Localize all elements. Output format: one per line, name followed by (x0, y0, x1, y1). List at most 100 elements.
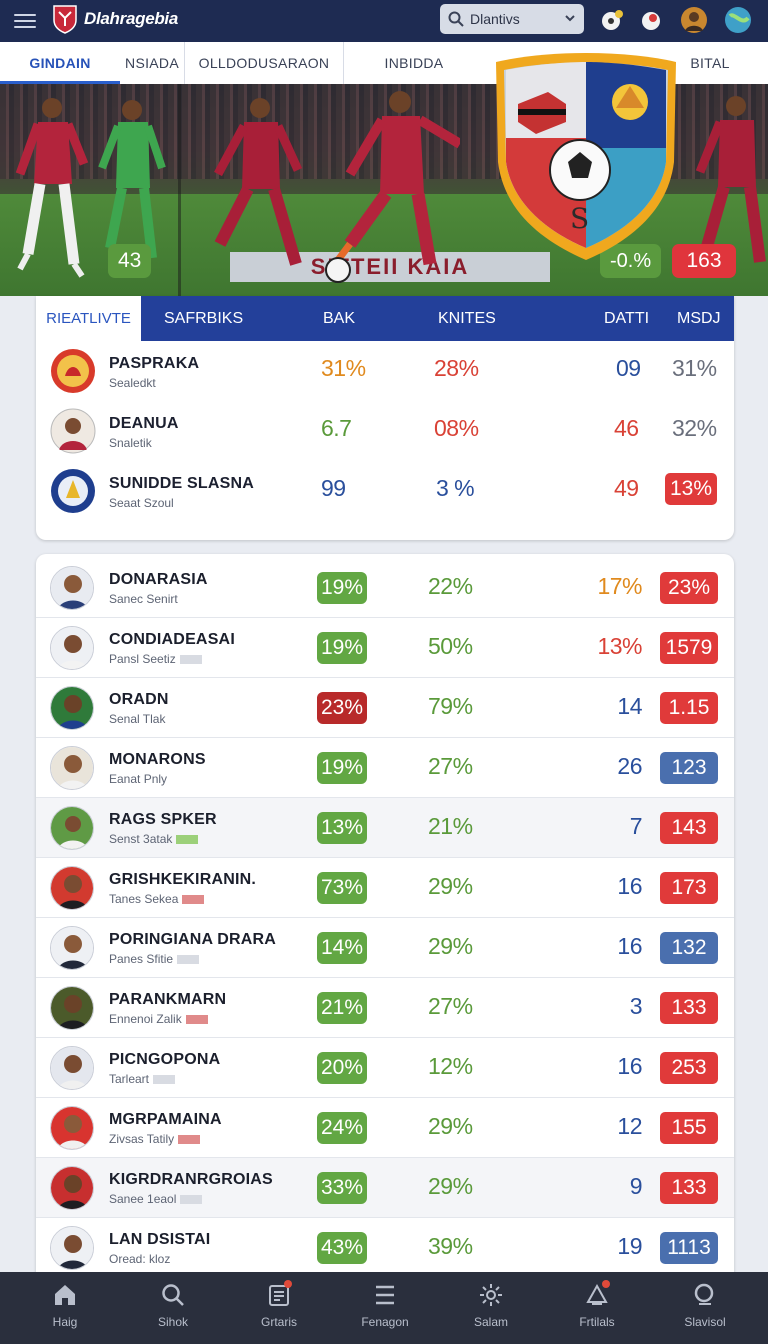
team-player-avatar-icon (50, 408, 96, 454)
col-header-bak[interactable]: BAK (323, 296, 355, 341)
tab-realtime[interactable]: RIEATLIVTE (36, 296, 141, 341)
stat-percent: 27% (428, 753, 473, 779)
player-avatar (50, 926, 94, 970)
hero-divider (178, 84, 181, 296)
standings-row[interactable]: PASPRAKA Sealedkt 31% 28% 09 31% (36, 342, 734, 402)
stat-pill: 13% (665, 473, 717, 505)
stat-value: 32% (672, 415, 717, 441)
nav-stats[interactable]: Grtaris (224, 1272, 334, 1344)
stat-pill-right: 143 (660, 812, 718, 844)
nav-alerts[interactable]: Frtilals (542, 1272, 652, 1344)
player-name: ORADN (109, 691, 169, 708)
player-sub: Ennenoi Zalik (109, 1012, 208, 1026)
stat-percent: 29% (428, 1113, 473, 1139)
stat-number: 19 (617, 1233, 642, 1259)
search-value: Dlantivs (470, 11, 520, 27)
player-name: PORINGIANA DRARA (109, 931, 277, 948)
stat-number: 14 (617, 693, 642, 719)
player-row[interactable]: DONARASIA Sanec Senirt 19% 22% 17% 23% (36, 558, 734, 618)
player-name: GRISHKEKIRANIN. (109, 871, 257, 888)
app-brand: Dlahragebia (84, 9, 179, 28)
player-name: CONDIADEASAI (109, 631, 235, 648)
stat-percent: 50% (428, 633, 473, 659)
nav-list[interactable]: Fenagon (330, 1272, 440, 1344)
nav-more[interactable]: Slavisol (650, 1272, 760, 1344)
player-sub: Eanat Pnly (109, 772, 168, 786)
player-row[interactable]: MGRPAMAINA Zivsas Tatily 24% 29% 12 155 (36, 1098, 734, 1158)
standings-card: RIEATLIVTE SAFRBIKS BAK KNITES DATTI MSD… (36, 296, 734, 540)
stat-number: 13% (597, 633, 642, 659)
nav-home[interactable]: Haig (10, 1272, 120, 1344)
menu-icon[interactable] (14, 10, 36, 30)
player-name: DONARASIA (109, 571, 208, 588)
globe-icon[interactable] (724, 6, 752, 34)
stat-pill-left: 43% (317, 1232, 367, 1264)
player-avatar (50, 1046, 94, 1090)
standings-row[interactable]: SUNIDDE SLASNA Seaat Szoul 99 3 % 49 13% (36, 462, 734, 522)
stat-number: 12 (617, 1113, 642, 1139)
alerts-icon[interactable] (638, 6, 666, 34)
stat-value: 99 (321, 475, 346, 501)
player-row[interactable]: PORINGIANA DRARA Panes Sfitie 14% 29% 16… (36, 918, 734, 978)
player-row[interactable]: ORADN Senal Tlak 23% 79% 14 1.15 (36, 678, 734, 738)
player-sub: Panes Sfitie (109, 952, 200, 966)
stat-percent: 12% (428, 1053, 473, 1079)
team-sub: Seaat Szoul (109, 496, 174, 510)
col-header-safrbiks[interactable]: SAFRBIKS (164, 296, 243, 341)
stat-value: 3 % (436, 475, 475, 501)
nav-label: Slavisol (684, 1315, 726, 1329)
search-box[interactable]: Dlantivs (440, 4, 584, 34)
player-row[interactable]: CONDIADEASAI Pansl Seetiz 19% 50% 13% 15… (36, 618, 734, 678)
flag-tag (177, 955, 200, 965)
player-name: MONARONS (109, 751, 206, 768)
player-avatar (50, 686, 94, 730)
user-avatar-icon[interactable] (680, 6, 708, 34)
player-sub: Tanes Sekea (109, 892, 205, 906)
player-sub: Senal Tlak (109, 712, 166, 726)
stat-pill-right: 1.15 (660, 692, 718, 724)
stat-value: 6.7 (321, 415, 352, 441)
player-row[interactable]: GRISHKEKIRANIN. Tanes Sekea 73% 29% 16 1… (36, 858, 734, 918)
player-name: PICNGOPONA (109, 1051, 221, 1068)
ball-notification-icon[interactable] (598, 6, 626, 34)
player-row[interactable]: PARANKMARN Ennenoi Zalik 21% 27% 3 133 (36, 978, 734, 1038)
nav-label: Grtaris (261, 1315, 297, 1329)
stat-pill-left: 14% (317, 932, 367, 964)
player-row[interactable]: PICNGOPONA Tarleart 20% 12% 16 253 (36, 1038, 734, 1098)
tab-olldodusaraon[interactable]: OLLDODUSARAON (186, 42, 342, 84)
stat-number: 9 (629, 1173, 643, 1199)
player-avatar (50, 1106, 94, 1150)
tab-nsiada[interactable]: NSIADA (120, 42, 184, 84)
col-header-datti[interactable]: DATTI (604, 296, 649, 341)
player-row[interactable]: RAGS SPKER Senst 3atak 13% 21% 7 143 (36, 798, 734, 858)
stat-pill-left: 24% (317, 1112, 367, 1144)
stat-pill-left: 19% (317, 632, 367, 664)
col-header-knites[interactable]: KNITES (438, 296, 496, 341)
tab-inbidda[interactable]: INBIDDA (344, 42, 484, 84)
hero-score-left: 43 (108, 244, 152, 278)
stat-pill-right: 123 (660, 752, 718, 784)
stat-number: 26 (617, 753, 642, 779)
club-crest-logo (53, 5, 77, 34)
player-avatar (50, 1226, 94, 1270)
player-row[interactable]: LAN DSISTAI Oread: kloz 43% 39% 19 1113 (36, 1218, 734, 1278)
stat-value: 31% (672, 355, 717, 381)
chevron-down-icon[interactable] (564, 12, 576, 24)
stat-percent: 21% (428, 813, 473, 839)
club-shield-emblem: S (496, 53, 676, 260)
player-row[interactable]: KIGRDRANRGROIAS Sanee 1eaol 33% 29% 9 13… (36, 1158, 734, 1218)
nav-settings[interactable]: Salam (436, 1272, 546, 1344)
stat-percent: 22% (428, 573, 473, 599)
bottom-navigation: Haig Sihok Grtaris Fenagon Salam Frtilal… (0, 1272, 768, 1344)
tab-gindain[interactable]: GINDAIN (0, 42, 120, 84)
stat-value: 28% (434, 355, 479, 381)
team-name: DEANUA (109, 415, 179, 432)
col-header-msdj[interactable]: MSDJ (677, 296, 721, 341)
stat-number: 16 (617, 873, 642, 899)
stat-percent: 27% (428, 993, 473, 1019)
player-figure-red (214, 98, 303, 266)
nav-search[interactable]: Sihok (118, 1272, 228, 1344)
standings-row[interactable]: DEANUA Snaletik 6.7 08% 46 32% (36, 402, 734, 462)
player-row[interactable]: MONARONS Eanat Pnly 19% 27% 26 123 (36, 738, 734, 798)
stat-pill-left: 13% (317, 812, 367, 844)
